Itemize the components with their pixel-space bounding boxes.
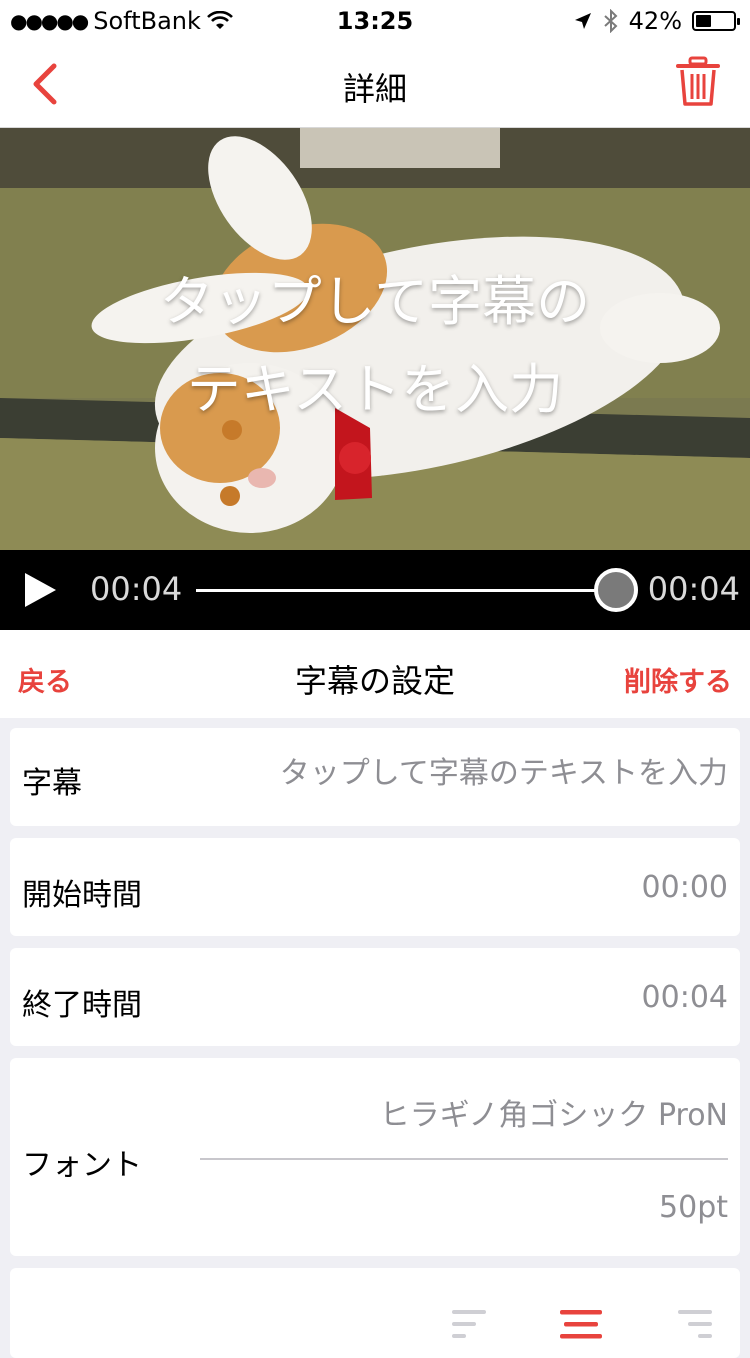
subtitle-text-input[interactable]	[208, 756, 728, 791]
subtitle-label: 字幕	[22, 766, 82, 801]
seek-track[interactable]	[196, 589, 616, 592]
video-caption-overlay: タップして字幕の テキストを入力	[0, 258, 750, 434]
subtitle-text-row[interactable]: 字幕	[10, 728, 740, 826]
start-time-row[interactable]: 開始時間 00:00	[10, 838, 740, 936]
battery-percent: 42%	[628, 7, 682, 35]
alignment-row	[10, 1268, 740, 1358]
battery-icon	[692, 11, 740, 31]
font-family-value[interactable]: ヒラギノ角ゴシック ProN	[380, 1090, 728, 1134]
duration-time: 00:04	[647, 570, 740, 608]
current-time: 00:04	[90, 570, 183, 608]
navigation-bar: 詳細	[0, 40, 750, 128]
end-time-label: 終了時間	[22, 988, 142, 1023]
start-time-value[interactable]: 00:00	[642, 870, 728, 905]
align-left-icon[interactable]	[450, 1308, 496, 1342]
font-size-value[interactable]: 50pt	[659, 1190, 728, 1225]
battery-fill	[696, 15, 711, 27]
player-controls: 00:04 00:04	[0, 550, 750, 630]
subtitle-settings-header: 戻る 字幕の設定 削除する	[0, 630, 750, 718]
caption-line-1: タップして字幕の	[159, 270, 591, 333]
align-center-icon[interactable]	[558, 1308, 604, 1342]
location-arrow-icon	[574, 13, 591, 29]
end-time-row[interactable]: 終了時間 00:04	[10, 948, 740, 1046]
status-right: 42%	[573, 7, 740, 35]
play-icon[interactable]	[20, 570, 60, 610]
status-bar: ●●●●● SoftBank 13:25 42%	[0, 0, 750, 40]
font-row[interactable]: フォント ヒラギノ角ゴシック ProN 50pt	[10, 1058, 740, 1256]
video-preview[interactable]: タップして字幕の テキストを入力	[0, 128, 750, 550]
seek-thumb[interactable]	[594, 568, 638, 612]
end-time-value[interactable]: 00:04	[642, 980, 728, 1015]
font-divider	[200, 1158, 728, 1160]
delete-link[interactable]: 削除する	[624, 660, 732, 699]
bluetooth-icon	[603, 9, 618, 33]
align-right-icon[interactable]	[668, 1308, 714, 1342]
font-label: フォント	[22, 1148, 142, 1183]
start-time-label: 開始時間	[22, 878, 142, 913]
trash-icon[interactable]	[676, 56, 720, 108]
page-title: 詳細	[342, 70, 407, 108]
caption-line-2: テキストを入力	[186, 358, 564, 421]
